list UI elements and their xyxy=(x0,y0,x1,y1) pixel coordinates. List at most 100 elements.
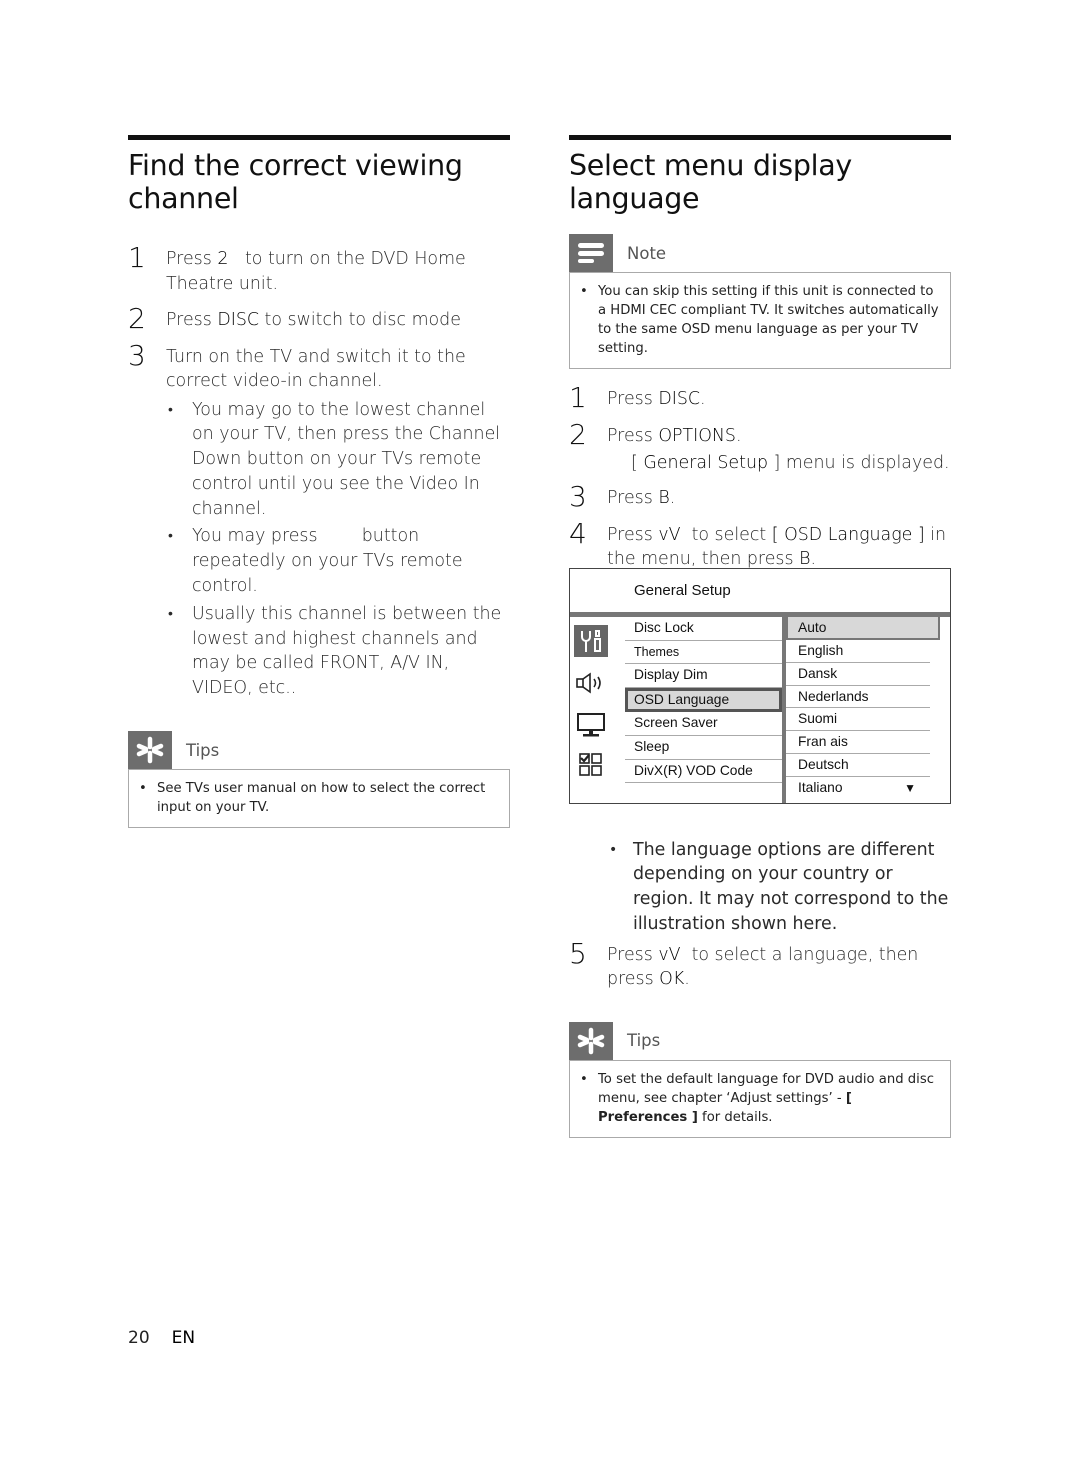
step-text: Press xyxy=(607,389,659,409)
callout-title: Tips xyxy=(627,1031,661,1051)
callout-body: • See TVs user manual on how to select t… xyxy=(128,769,510,829)
bullet-dot: • xyxy=(580,284,588,299)
step-text: Press xyxy=(166,310,218,330)
bullet-list: The language options are different depen… xyxy=(607,838,951,937)
step-text: Press xyxy=(607,425,659,446)
osd-option-label: Italiano xyxy=(798,779,843,795)
callout-header: Tips xyxy=(569,1021,951,1060)
step-text: Press xyxy=(607,488,659,508)
note-callout: Note • You can skip this setting if this… xyxy=(569,234,951,369)
step-text: Press xyxy=(607,944,659,965)
bullet-item: Usually this channel is between the lowe… xyxy=(166,602,510,701)
step-number: 1 xyxy=(569,381,587,414)
callout-header: Tips xyxy=(128,731,510,770)
step: 3 Press B. xyxy=(569,482,951,512)
step-text: . xyxy=(735,425,742,446)
bullet-list: You may go to the lowest channel on your… xyxy=(166,398,510,702)
step-text: ] menu is displayed. xyxy=(768,453,950,473)
step: 4 Press vV to select [ OSD Language ] in… xyxy=(569,518,951,572)
osd-menu-item-selected[interactable]: OSD Language xyxy=(625,687,782,713)
step: 2 Press OPTIONS. [ General Setup ] menu … xyxy=(569,419,951,477)
step-text: . xyxy=(810,549,816,569)
osd-option[interactable]: English xyxy=(786,640,930,663)
scroll-down-arrow-icon[interactable]: ▼ xyxy=(904,777,916,799)
audio-speaker-icon[interactable] xyxy=(574,667,608,699)
callout-body: • You can skip this setting if this unit… xyxy=(569,272,951,369)
steps-list: 1 Press DISC. 2 Press OPTIONS. [ General… xyxy=(569,383,951,572)
key-label: vV xyxy=(658,944,681,965)
step-text: Turn on the TV and switch it to the corr… xyxy=(166,346,466,392)
tip-text: for details. xyxy=(697,1109,773,1125)
tips-callout: Tips • To set the default language for D… xyxy=(569,1021,951,1138)
menu-item-name: [ OSD Language ] xyxy=(771,524,925,545)
osd-option[interactable]: Nederlands xyxy=(786,686,930,709)
osd-menu-item[interactable]: Sleep xyxy=(625,736,782,760)
step: 1 Press 2 to turn on the DVD Home Theatr… xyxy=(128,243,510,296)
steps-list: 1 Press 2 to turn on the DVD Home Theatr… xyxy=(128,243,510,702)
key-label: DISC xyxy=(658,389,701,409)
bullet-item: You may press button repeatedly on your … xyxy=(166,524,510,598)
page-number: 20 xyxy=(128,1328,150,1348)
osd-menu-item[interactable]: Screen Saver xyxy=(625,712,782,736)
key-label: vV xyxy=(658,524,681,545)
video-monitor-icon[interactable] xyxy=(574,709,608,741)
key-label: OPTIONS xyxy=(658,425,736,446)
section-rule xyxy=(569,135,951,140)
step-text: . xyxy=(669,488,676,508)
page-footer: 20 EN xyxy=(128,1328,195,1348)
callout-header: Note xyxy=(569,234,951,272)
step-result: [ General Setup ] menu is displayed. xyxy=(607,451,951,476)
osd-option-selected[interactable]: Auto xyxy=(786,617,940,640)
osd-option[interactable]: Italiano ▼ xyxy=(786,777,930,799)
note-text: You can skip this setting if this unit i… xyxy=(598,284,939,356)
osd-option[interactable]: Fran ais xyxy=(786,731,930,754)
tips-callout: Tips • See TVs user manual on how to sel… xyxy=(128,731,510,829)
section-rule xyxy=(128,135,510,140)
bullet-dot: • xyxy=(580,1071,588,1087)
key-label: B xyxy=(658,488,670,508)
preferences-checkbox-icon[interactable] xyxy=(574,749,608,781)
osd-menu-item[interactable]: Themes xyxy=(625,641,782,665)
tip-text: To set the default language for DVD audi… xyxy=(598,1071,934,1106)
step-number: 1 xyxy=(128,241,146,274)
osd-option[interactable]: Dansk xyxy=(786,663,930,686)
key-label: OK xyxy=(659,969,685,990)
step-number: 3 xyxy=(128,338,146,372)
step-text: Press xyxy=(166,249,218,269)
step-text: . xyxy=(684,969,690,990)
left-column: Find the correct viewing channel 1 Press… xyxy=(128,135,510,829)
language-code: EN xyxy=(171,1328,196,1348)
step: 5 Press vV to select a language, then pr… xyxy=(569,938,951,992)
step-text: . xyxy=(700,389,706,409)
step-number: 2 xyxy=(569,417,587,451)
note-lines-icon xyxy=(569,234,613,272)
osd-option[interactable]: Deutsch xyxy=(786,754,930,777)
tip-text: See TVs user manual on how to select the… xyxy=(157,781,486,816)
step: 1 Press DISC. xyxy=(569,383,951,413)
osd-menu-title: General Setup xyxy=(634,582,731,599)
osd-menu-item[interactable]: Display Dim xyxy=(625,664,782,688)
osd-menu-item[interactable]: Disc Lock xyxy=(625,617,782,641)
key-label: 2 xyxy=(217,249,229,269)
bullet-dot: • xyxy=(139,781,147,797)
step: 3 Turn on the TV and switch it to the co… xyxy=(128,340,510,702)
callout-body: • To set the default language for DVD au… xyxy=(569,1059,951,1138)
step-text: to select xyxy=(680,524,772,545)
asterisk-icon xyxy=(128,731,172,770)
step: 2 Press DISC to switch to disc mode xyxy=(128,304,510,334)
osd-option[interactable]: Suomi xyxy=(786,708,930,732)
osd-options-list: Auto English Dansk Nederlands Suomi Fran… xyxy=(786,617,940,799)
general-setup-tools-icon[interactable] xyxy=(574,625,608,657)
step-number: 3 xyxy=(569,480,587,513)
osd-category-icons xyxy=(570,617,624,803)
asterisk-icon xyxy=(569,1021,613,1060)
osd-menu-item[interactable]: DivX(R) VOD Code xyxy=(625,760,782,784)
osd-setup-menu: General Setup Disc Lock Themes Display D… xyxy=(569,568,951,804)
section-title: Select menu display language xyxy=(569,149,852,215)
steps-list: 5 Press vV to select a language, then pr… xyxy=(569,938,951,992)
menu-name: General Setup xyxy=(643,453,769,473)
step-number: 4 xyxy=(569,516,587,550)
key-label: DISC xyxy=(217,310,260,330)
bullet-item: You may go to the lowest channel on your… xyxy=(166,398,510,522)
bracket: [ xyxy=(631,453,644,473)
